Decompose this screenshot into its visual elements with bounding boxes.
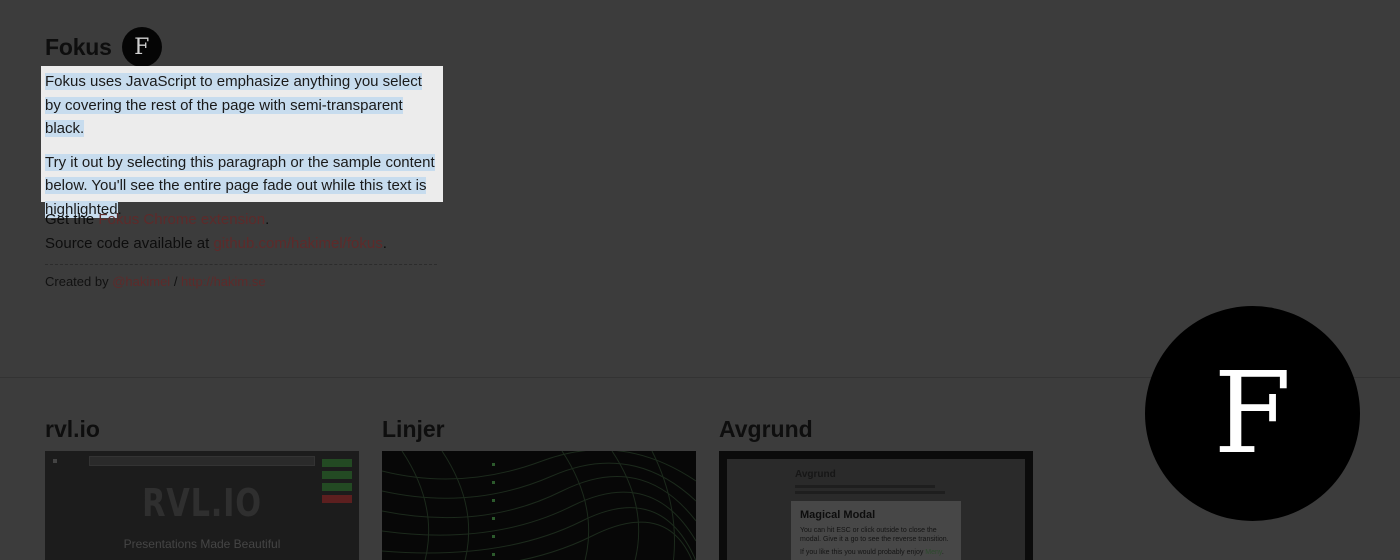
source-prefix: Source code available at [45,235,214,252]
page-title: Fokus [45,33,112,60]
modal-text-2-suffix: . [941,549,944,556]
modal-title: Magical Modal [800,509,876,521]
links: Get the Fokus Chrome extension. Source c… [45,208,387,256]
website-link[interactable]: http://hakim.se [181,274,266,289]
modal-text: You can hit ESC or click outside to clos… [800,527,949,543]
text-line [795,485,935,488]
linjer-lines-graphic [382,451,696,560]
modal-text-2-prefix: If you like this you would probably enjo… [800,549,926,556]
project-thumbnail-avgrund[interactable]: Avgrund Magical Modal You can hit ESC or… [719,451,1033,560]
editor-toolbar [89,456,315,466]
project-title[interactable]: rvl.io [45,414,359,451]
fokus-logo-icon: F [121,27,162,67]
chrome-extension-link[interactable]: Fokus Chrome extension [98,211,265,228]
modal-text-2: If you like this you would probably enjo… [800,548,952,557]
title-row: Fokus F [45,27,445,67]
credits-prefix: Created by [45,274,113,289]
github-link[interactable]: github.com/hakimel/fokus [213,235,382,252]
twitter-link[interactable]: @hakimel [112,274,170,289]
extension-line: Get the Fokus Chrome extension. [45,208,387,232]
extension-suffix: . [265,211,270,228]
header: Fokus F Fokus uses JavaScript to emphasi… [41,27,445,289]
rvl-tagline: Presentations Made Beautiful [123,537,281,551]
side-button [322,471,352,479]
intro-paragraph-1[interactable]: Fokus uses JavaScript to emphasize anyth… [45,70,439,141]
fokus-floating-logo-icon[interactable]: F [1145,306,1360,521]
side-button [322,459,352,467]
arrow-icon [53,459,57,463]
selected-intro[interactable]: Fokus uses JavaScript to emphasize anyth… [41,66,443,218]
rvl-logo-text: RVL.IO [142,481,262,525]
credits: Created by @hakimel / http://hakim.se [45,274,266,289]
project-avgrund[interactable]: Avgrund Avgrund Magical Modal You can hi… [719,414,1033,560]
project-title[interactable]: Linjer [382,414,696,451]
project-linjer[interactable]: Linjer [382,414,696,560]
project-thumbnail-linjer[interactable] [382,451,696,560]
source-line: Source code available at github.com/haki… [45,232,387,256]
extension-prefix: Get the [45,211,99,228]
meny-link: Meny [925,549,942,556]
text-line [795,491,945,494]
intro-paragraph-1-text: Fokus uses JavaScript to emphasize anyth… [45,73,422,137]
source-suffix: . [382,235,387,252]
project-rvl[interactable]: rvl.io RVL.IO Presentations Made Beautif… [45,414,359,560]
avgrund-page-title: Avgrund [795,469,836,480]
projects-list: rvl.io RVL.IO Presentations Made Beautif… [45,414,1033,560]
credits-separator: / [170,274,182,289]
avgrund-modal: Magical Modal You can hit ESC or click o… [791,501,961,560]
project-thumbnail-rvl[interactable]: RVL.IO Presentations Made Beautiful [45,451,359,560]
divider [45,264,437,265]
project-title[interactable]: Avgrund [719,414,1033,451]
